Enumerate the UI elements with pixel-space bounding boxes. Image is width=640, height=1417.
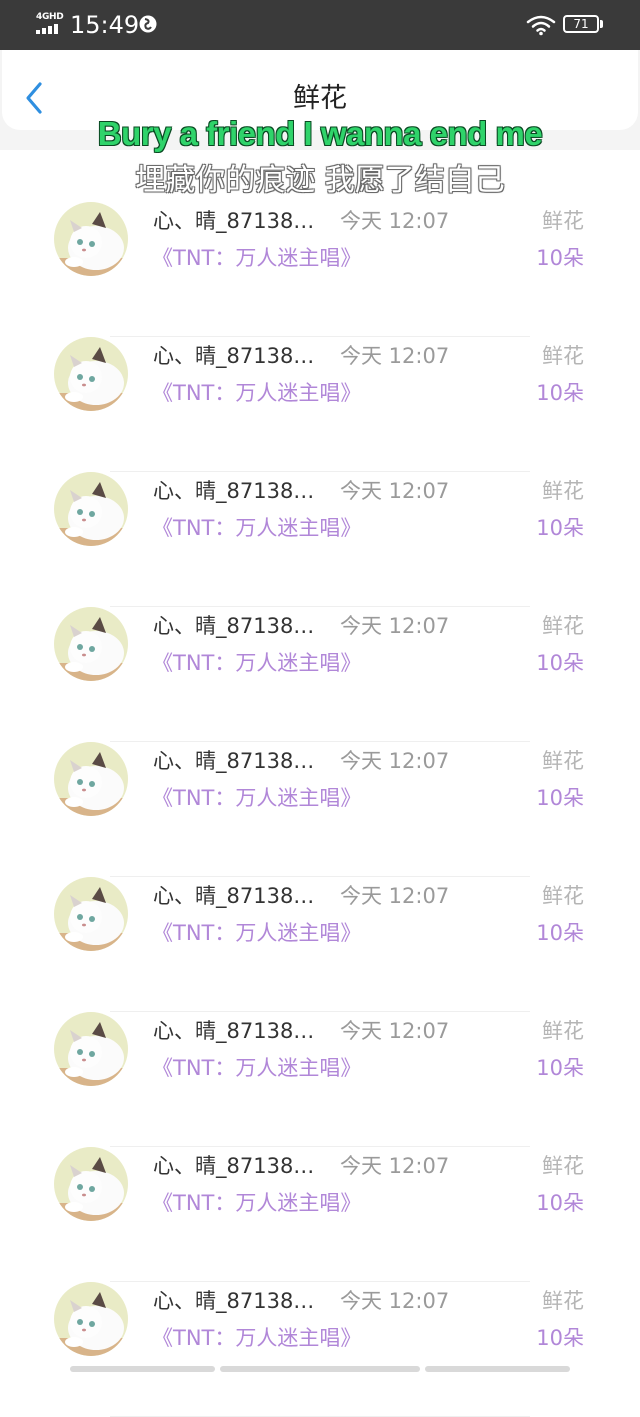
- timestamp: 今天 12:07: [340, 1154, 450, 1178]
- song-title[interactable]: 《TNT：万人迷主唱》: [152, 1323, 361, 1353]
- user-name[interactable]: 心、晴_87138…: [153, 1151, 314, 1181]
- timestamp: 今天 12:07: [340, 614, 450, 638]
- subtitle-english: Bury a friend I wanna end me: [97, 115, 543, 152]
- timestamp: 今天 12:07: [340, 1289, 450, 1313]
- gift-count: 10朵: [536, 921, 584, 945]
- status-bar: 4GHD 15:49 71: [0, 0, 640, 50]
- gift-count: 10朵: [536, 1326, 584, 1350]
- gift-count: 10朵: [536, 786, 584, 810]
- user-name[interactable]: 心、晴_87138…: [153, 746, 314, 776]
- gift-name: 鲜花: [542, 884, 584, 908]
- list-item[interactable]: 心、晴_87138… 今天 12:07 鲜花《TNT：万人迷主唱》 10朵: [0, 337, 640, 472]
- bottom-indicator: [70, 1366, 570, 1372]
- gift-name: 鲜花: [542, 479, 584, 503]
- gift-name: 鲜花: [542, 1154, 584, 1178]
- avatar[interactable]: [54, 202, 128, 276]
- gift-name: 鲜花: [542, 344, 584, 368]
- song-title[interactable]: 《TNT：万人迷主唱》: [152, 513, 361, 543]
- avatar[interactable]: [54, 472, 128, 546]
- timestamp: 今天 12:07: [340, 209, 450, 233]
- gift-name: 鲜花: [542, 749, 584, 773]
- user-name[interactable]: 心、晴_87138…: [153, 881, 314, 911]
- list-item[interactable]: 心、晴_87138… 今天 12:07 鲜花《TNT：万人迷主唱》 10朵: [0, 607, 640, 742]
- battery-icon: 71: [563, 15, 603, 33]
- browser-icon: [139, 15, 157, 33]
- song-title[interactable]: 《TNT：万人迷主唱》: [152, 243, 361, 273]
- gift-count: 10朵: [536, 381, 584, 405]
- timestamp: 今天 12:07: [340, 479, 450, 503]
- avatar[interactable]: [54, 607, 128, 681]
- avatar[interactable]: [54, 337, 128, 411]
- list-item[interactable]: 心、晴_87138… 今天 12:07 鲜花《TNT：万人迷主唱》 10朵: [0, 472, 640, 607]
- gift-count: 10朵: [536, 1056, 584, 1080]
- gift-count: 10朵: [536, 516, 584, 540]
- avatar[interactable]: [54, 1147, 128, 1221]
- avatar[interactable]: [54, 1012, 128, 1086]
- list-item[interactable]: 心、晴_87138… 今天 12:07 鲜花《TNT：万人迷主唱》 10朵: [0, 1012, 640, 1147]
- subtitle-chinese: 埋藏你的痕迹 我愿了结自己: [135, 163, 505, 198]
- timestamp: 今天 12:07: [340, 344, 450, 368]
- user-name[interactable]: 心、晴_87138…: [153, 476, 314, 506]
- song-title[interactable]: 《TNT：万人迷主唱》: [152, 783, 361, 813]
- list-item[interactable]: 心、晴_87138… 今天 12:07 鲜花《TNT：万人迷主唱》 10朵: [0, 742, 640, 877]
- avatar[interactable]: [54, 877, 128, 951]
- user-name[interactable]: 心、晴_87138…: [153, 341, 314, 371]
- battery-level: 71: [573, 17, 589, 31]
- avatar[interactable]: [54, 742, 128, 816]
- timestamp: 今天 12:07: [340, 749, 450, 773]
- gift-name: 鲜花: [542, 614, 584, 638]
- song-title[interactable]: 《TNT：万人迷主唱》: [152, 1188, 361, 1218]
- network-type: 4GHD: [36, 12, 64, 22]
- song-title[interactable]: 《TNT：万人迷主唱》: [152, 648, 361, 678]
- gift-name: 鲜花: [542, 1289, 584, 1313]
- gift-count: 10朵: [536, 1191, 584, 1215]
- timestamp: 今天 12:07: [340, 1019, 450, 1043]
- user-name[interactable]: 心、晴_87138…: [153, 206, 314, 236]
- timestamp: 今天 12:07: [340, 884, 450, 908]
- status-time: 15:49: [70, 11, 140, 39]
- song-title[interactable]: 《TNT：万人迷主唱》: [152, 918, 361, 948]
- gift-name: 鲜花: [542, 1019, 584, 1043]
- song-title[interactable]: 《TNT：万人迷主唱》: [152, 378, 361, 408]
- user-name[interactable]: 心、晴_87138…: [153, 611, 314, 641]
- user-name[interactable]: 心、晴_87138…: [153, 1286, 314, 1316]
- gift-count: 10朵: [536, 651, 584, 675]
- list-item[interactable]: 心、晴_87138… 今天 12:07 鲜花《TNT：万人迷主唱》 10朵: [0, 877, 640, 1012]
- wifi-icon: [526, 15, 556, 36]
- list-item[interactable]: 心、晴_87138… 今天 12:07 鲜花《TNT：万人迷主唱》 10朵: [0, 202, 640, 337]
- song-title[interactable]: 《TNT：万人迷主唱》: [152, 1053, 361, 1083]
- user-name[interactable]: 心、晴_87138…: [153, 1016, 314, 1046]
- avatar[interactable]: [54, 1282, 128, 1356]
- list-item[interactable]: 心、晴_87138… 今天 12:07 鲜花《TNT：万人迷主唱》 10朵: [0, 1147, 640, 1282]
- gift-name: 鲜花: [542, 209, 584, 233]
- signal-icon: 4GHD: [36, 12, 64, 36]
- gift-count: 10朵: [536, 246, 584, 270]
- list-item[interactable]: 心、晴_87138… 今天 12:07 鲜花《TNT：万人迷主唱》 10朵: [0, 1282, 640, 1417]
